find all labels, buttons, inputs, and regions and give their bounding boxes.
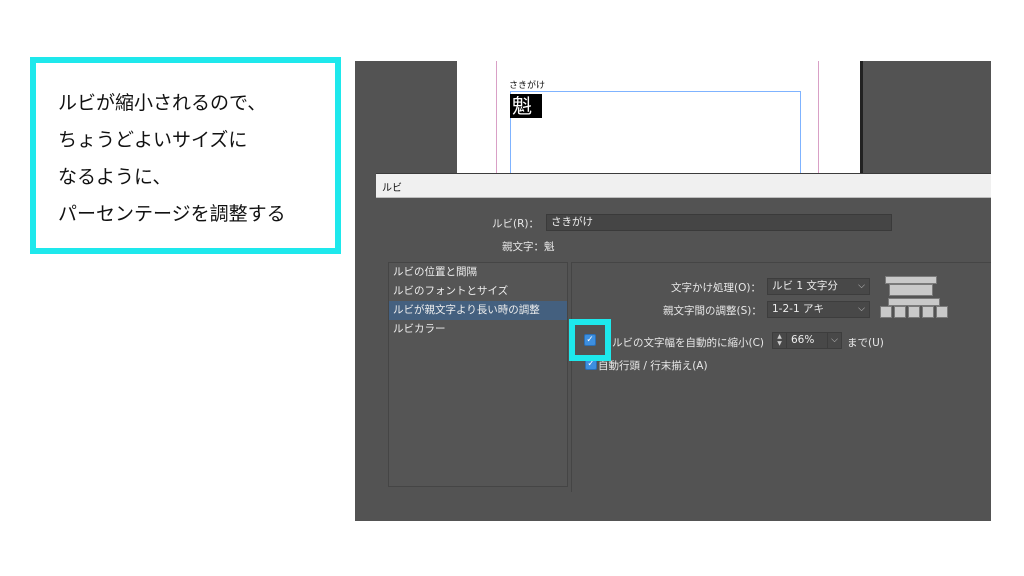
until-label: まで(U) <box>847 337 884 349</box>
callout-line-1: ルビが縮小されるので、 <box>58 92 267 114</box>
overhang-label: 文字かけ処理(O)： <box>671 282 761 294</box>
overhang-preview-icon <box>885 276 937 296</box>
ruby-preview-text: さきがけ <box>509 81 546 91</box>
settings-content-panel <box>571 262 991 492</box>
callout-line-4: パーセンテージを調整する <box>58 203 286 225</box>
spacing-select[interactable]: 1-2-1 アキ ⌵ <box>767 301 870 318</box>
shrink-percent-value: 66% <box>791 334 815 346</box>
outside-area <box>991 61 1024 521</box>
base-char-label: 親文字：魁 <box>502 241 555 253</box>
ruby-field-label: ルビ(R)： <box>492 218 539 230</box>
category-font-size[interactable]: ルビのフォントとサイズ <box>389 282 567 301</box>
overhang-value: ルビ 1 文字分 <box>772 280 838 292</box>
callout-line-2: ちょうどよいサイズに <box>58 129 248 151</box>
overhang-select[interactable]: ルビ 1 文字分 ⌵ <box>767 278 870 295</box>
autoalign-label: 自動行頭 / 行末揃え(A) <box>598 360 708 372</box>
chevron-down-icon: ⌵ <box>858 281 865 291</box>
dialog-titlebar[interactable]: ルビ <box>376 174 991 198</box>
chevron-down-icon: ⌵ <box>858 304 865 314</box>
annotation-callout: ルビが縮小されるので、 ちょうどよいサイズに なるように、 パーセンテージを調整… <box>30 57 341 254</box>
ruby-input[interactable]: さきがけ <box>546 214 892 231</box>
callout-line-3: なるように、 <box>58 166 172 188</box>
base-character-selected[interactable]: 魁 <box>510 94 542 118</box>
category-overhang-adjust[interactable]: ルビが親文字より長い時の調整 <box>389 301 567 320</box>
spacing-label: 親文字間の調整(S)： <box>663 305 762 317</box>
chevron-down-icon[interactable]: ⌵ <box>827 333 841 348</box>
stepper-arrows-icon[interactable]: ▲ ▼ <box>773 333 787 348</box>
spacing-preview-icon <box>880 298 948 318</box>
shrink-percent-stepper[interactable]: ▲ ▼ 66% ⌵ <box>772 332 842 349</box>
text-frame[interactable] <box>510 91 801 179</box>
checkbox-highlight-frame <box>569 319 611 361</box>
margin-guide-right <box>818 61 819 179</box>
dialog-title: ルビ <box>382 183 402 194</box>
autoshrink-label: ルビの文字幅を自動的に縮小(C) <box>612 337 765 349</box>
settings-category-list: ルビの位置と間隔 ルビのフォントとサイズ ルビが親文字より長い時の調整 ルビカラ… <box>388 262 568 487</box>
margin-guide-left <box>496 61 497 179</box>
page-shadow <box>860 61 863 179</box>
document-page: さきがけ 魁 <box>457 61 860 179</box>
dialog-body: ルビ(R)： さきがけ 親文字：魁 ルビの位置と間隔 ルビのフォントとサイズ ル… <box>376 198 991 520</box>
spacing-value: 1-2-1 アキ <box>772 303 824 315</box>
category-ruby-color[interactable]: ルビカラー <box>389 320 567 339</box>
category-position-spacing[interactable]: ルビの位置と間隔 <box>389 263 567 282</box>
ruby-dialog: ルビ ルビ(R)： さきがけ 親文字：魁 ルビの位置と間隔 ルビのフォントとサイ… <box>376 173 991 520</box>
